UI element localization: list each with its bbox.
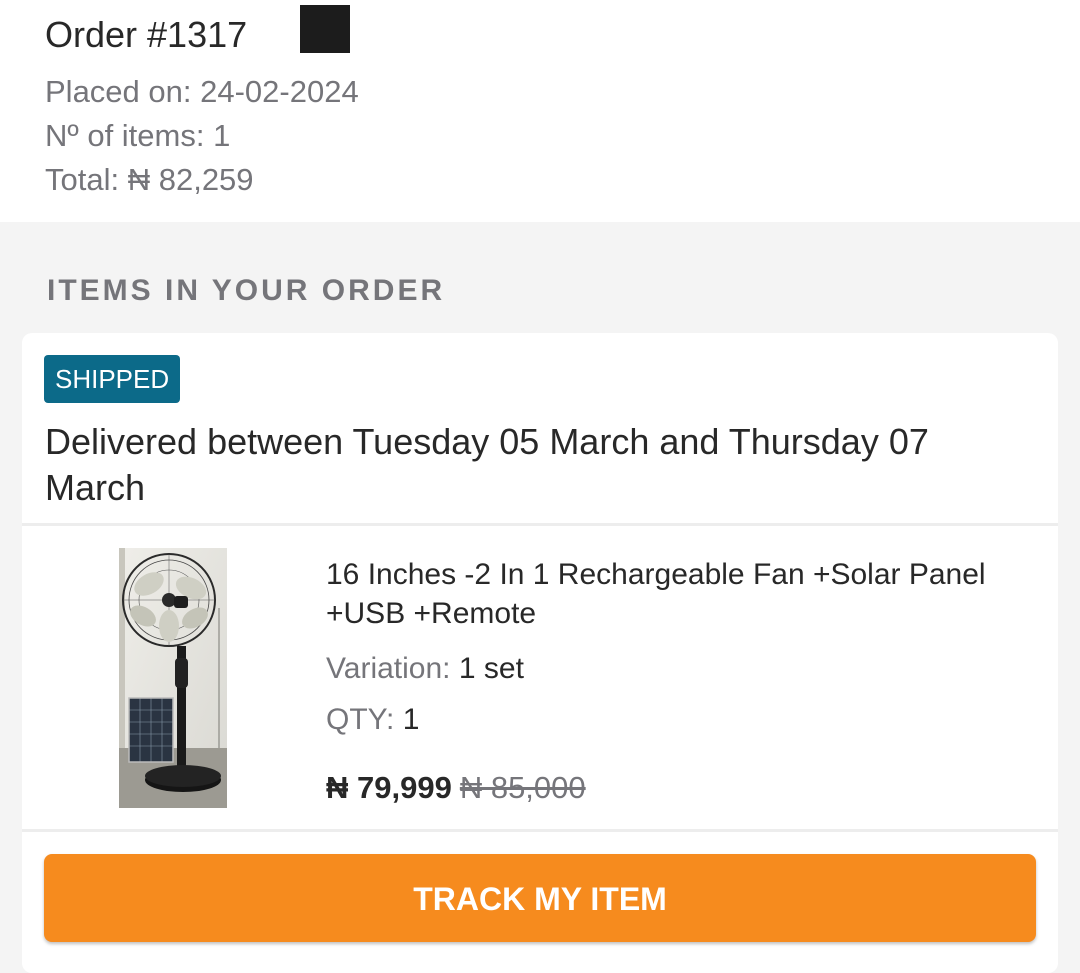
qty-value: 1 <box>402 703 420 736</box>
redaction-block <box>300 5 350 53</box>
total-line: Total: ₦ 82,259 <box>45 162 254 198</box>
product-image[interactable] <box>119 548 227 808</box>
placed-on-line: Placed on: 24-02-2024 <box>45 74 359 110</box>
items-count-line: Nº of items: 1 <box>45 118 230 154</box>
placed-on-label: Placed on: <box>45 74 201 109</box>
qty-label: QTY: <box>326 703 403 736</box>
order-summary: Order #1317 Placed on: 24-02-2024 Nº of … <box>0 0 1080 222</box>
variation-line: Variation: 1 set <box>326 652 524 686</box>
order-item-card: SHIPPED Delivered between Tuesday 05 Mar… <box>22 333 1058 973</box>
price-row: ₦ 79,999 ₦ 85,000 <box>326 770 586 806</box>
status-badge: SHIPPED <box>44 355 181 403</box>
variation-value: 1 set <box>458 652 524 685</box>
variation-label: Variation: <box>326 652 459 685</box>
current-price: ₦ 79,999 <box>326 770 452 805</box>
track-my-item-button[interactable]: TRACK MY ITEM <box>44 854 1036 942</box>
divider <box>22 523 1058 526</box>
delivery-window: Delivered between Tuesday 05 March and T… <box>45 421 929 508</box>
product-name[interactable]: 16 Inches -2 In 1 Rechargeable Fan +Sola… <box>326 555 1046 633</box>
original-price: ₦ 85,000 <box>459 770 586 805</box>
qty-line: QTY: 1 <box>326 703 419 737</box>
standing-fan-icon <box>119 548 227 808</box>
divider <box>22 829 1058 832</box>
order-title: Order #1317 <box>45 14 248 55</box>
placed-on-value: 24-02-2024 <box>200 74 359 109</box>
total-label: Total: <box>45 162 128 197</box>
items-section-title: ITEMS IN YOUR ORDER <box>47 274 446 307</box>
items-count-value: 1 <box>213 118 231 153</box>
items-count-label: Nº of items: <box>45 118 214 153</box>
total-value: ₦ 82,259 <box>127 162 254 197</box>
